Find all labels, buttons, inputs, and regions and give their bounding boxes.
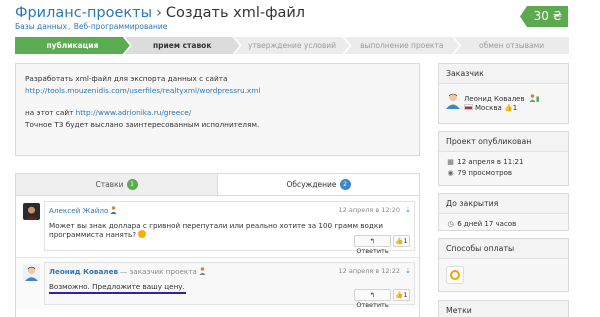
tab-discussion[interactable]: Обсуждение 2: [217, 174, 419, 195]
payment-panel: Способы оплаты: [438, 238, 569, 292]
comment-body: Леонид Ковалев — заказчик проекта 12 апр…: [44, 262, 415, 309]
person-icon: [529, 94, 536, 102]
description-line: Разработать xml-файл для экспорта данных…: [25, 74, 228, 83]
thumbs-up-icon: 👍: [504, 104, 513, 112]
published-panel-title: Проект опубликован: [439, 132, 568, 152]
deadline-panel-title: До закрытия: [439, 194, 568, 214]
avatar[interactable]: [23, 264, 40, 281]
tab-bids[interactable]: Ставки 1: [16, 174, 217, 195]
deadline-panel: До закрытия ◷ 6 дней 17 часов: [438, 193, 569, 231]
category-link-databases[interactable]: Базы данных: [15, 22, 67, 31]
views-count: ◉ 79 просмотров: [447, 169, 513, 177]
comment-item: Алексей Жайло 12 апреля в 12:20 ⇣ Может …: [16, 197, 419, 255]
phone-icon: ▮: [535, 95, 540, 103]
customer-panel-title: Заказчик: [439, 64, 568, 84]
reply-button[interactable]: ↰ Ответить: [354, 235, 391, 255]
customer-avatar-icon: [446, 93, 460, 109]
breadcrumb-separator: ›: [156, 5, 162, 21]
step-publication: публикация: [15, 37, 130, 54]
comment-body: Алексей Жайло 12 апреля в 12:20 ⇣ Может …: [44, 201, 415, 255]
page-title: Создать xml-файл: [165, 5, 306, 21]
payment-method-icon[interactable]: [446, 266, 464, 284]
project-page: Фриланс-проекты › Создать xml-файл Базы …: [0, 0, 600, 317]
comment-time: 12 апреля в 12:20: [338, 206, 400, 214]
category-link-web-programming[interactable]: Веб-программирование: [74, 22, 168, 31]
description-note: Точное ТЗ будет выслано заинтересованным…: [25, 120, 260, 129]
category-separator: ,: [67, 22, 71, 31]
step-feedback-exchange: обмен отзывами: [454, 37, 569, 54]
tab-discussion-label: Обсуждение: [286, 180, 337, 189]
clock-icon: ◷: [447, 220, 454, 228]
published-date: ▦ 12 апреля в 11:21: [447, 158, 524, 166]
tab-bids-label: Ставки: [95, 180, 124, 189]
payment-panel-title: Способы оплаты: [439, 239, 568, 259]
reply-button[interactable]: ↰ Ответить: [354, 289, 391, 309]
comment-text: Возможно. Предложите вашу цену.: [49, 282, 185, 291]
download-icon[interactable]: ⇣: [405, 267, 411, 275]
description-link-xml[interactable]: http://tools.mouzenidis.com/userfiles/re…: [25, 86, 260, 95]
comment-author[interactable]: Алексей Жайло: [49, 206, 117, 215]
description-link-site[interactable]: http://www.adrionika.ru/greece/: [76, 108, 192, 117]
project-description: Разработать xml-файл для экспорта данных…: [15, 63, 420, 156]
tags-panel: Метки: [438, 300, 569, 317]
person-icon: [199, 267, 206, 275]
customer-name[interactable]: Леонид Ковалев ▮: [464, 94, 540, 103]
comment-item: Леонид Ковалев — заказчик проекта 12 апр…: [16, 257, 419, 309]
customer-info: Леонид Ковалев ▮ Москва 👍1: [446, 89, 561, 123]
project-status-stepper: публикация прием ставок утверждение усло…: [15, 37, 569, 54]
customer-location: Москва 👍1: [464, 104, 517, 112]
breadcrumb-freelance-projects[interactable]: Фриланс-проекты: [15, 5, 152, 21]
comment-author[interactable]: Леонид Ковалев: [49, 267, 118, 276]
eye-icon: ◉: [447, 169, 454, 177]
step-terms-approval: утверждение условий: [235, 37, 350, 54]
tab-bar: Ставки 1 Обсуждение 2: [16, 174, 419, 196]
step-execution: выполнение проекта: [344, 37, 459, 54]
tags-panel-title: Метки: [439, 301, 568, 317]
like-button[interactable]: 👍1: [393, 235, 410, 247]
person-icon: [110, 206, 117, 214]
comment-time: 12 апреля в 12:22: [338, 267, 400, 275]
step-accepting-bids: прием ставок: [125, 37, 240, 54]
discussion-count-badge: 2: [339, 179, 351, 190]
bids-discussion-panel: Ставки 1 Обсуждение 2 Алексей Жайло 12 апр…: [15, 173, 420, 317]
deadline-value: ◷ 6 дней 17 часов: [447, 220, 517, 228]
category-links: Базы данных, Веб-программирование: [15, 22, 167, 31]
like-button[interactable]: 👍1: [393, 289, 410, 301]
reply-icon: ↰: [369, 237, 376, 245]
comment-author-role: — заказчик проекта: [120, 267, 206, 276]
published-panel: Проект опубликован ▦ 12 апреля в 11:21 ◉…: [438, 131, 569, 186]
price-badge: 30 ₴: [520, 6, 568, 27]
russia-flag-icon: [464, 104, 473, 110]
smiley-icon: [138, 230, 147, 238]
bids-count-badge: 1: [126, 179, 138, 190]
reply-icon: ↰: [369, 291, 376, 299]
calendar-icon: ▦: [447, 158, 454, 166]
description-text: на этот сайт: [25, 108, 74, 117]
avatar[interactable]: [23, 203, 40, 220]
customer-panel: Заказчик Леонид Ковалев ▮ Москва 👍1: [438, 63, 569, 124]
highlight-underline: [49, 292, 186, 294]
download-icon[interactable]: ⇣: [405, 206, 411, 214]
